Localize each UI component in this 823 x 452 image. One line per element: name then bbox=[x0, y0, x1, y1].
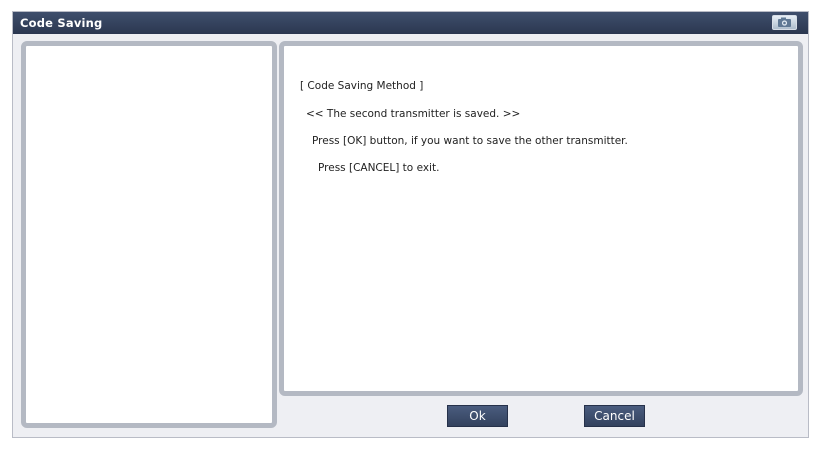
camera-icon[interactable] bbox=[772, 15, 797, 30]
left-list-panel bbox=[21, 41, 277, 428]
cancel-instruction: Press [CANCEL] to exit. bbox=[318, 162, 440, 174]
ok-instruction: Press [OK] button, if you want to save t… bbox=[312, 135, 628, 147]
ok-button[interactable]: Ok bbox=[447, 405, 508, 427]
status-message: << The second transmitter is saved. >> bbox=[306, 108, 521, 120]
message-panel: [ Code Saving Method ] << The second tra… bbox=[279, 41, 803, 396]
title-bar: Code Saving bbox=[13, 12, 808, 34]
cancel-button[interactable]: Cancel bbox=[584, 405, 645, 427]
code-saving-dialog: Code Saving [ Code Saving Method ] << Th… bbox=[12, 11, 809, 438]
window-title: Code Saving bbox=[20, 16, 103, 30]
page: Code Saving [ Code Saving Method ] << Th… bbox=[0, 0, 823, 452]
method-heading: [ Code Saving Method ] bbox=[300, 80, 424, 92]
